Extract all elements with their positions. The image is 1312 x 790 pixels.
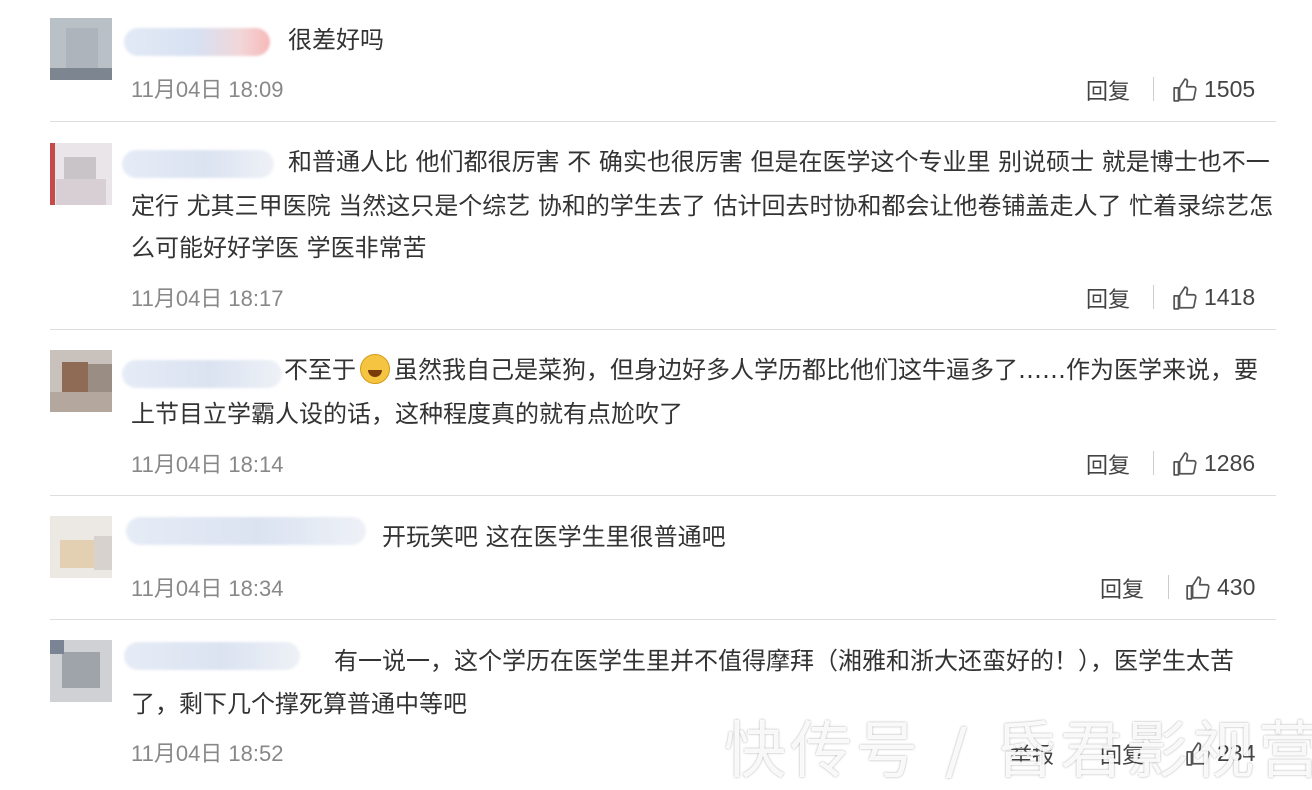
comment-text: 开玩笑吧 这在医学生里很普通吧: [382, 523, 726, 551]
comment-time: 11月04日 18:52: [131, 741, 284, 766]
divider: [50, 495, 1276, 496]
comment-time: 11月04日 18:09: [131, 77, 284, 102]
divider: [50, 121, 1276, 122]
avatar[interactable]: [50, 350, 112, 412]
reply-button[interactable]: 回复: [1086, 74, 1130, 106]
like-button[interactable]: 430: [1185, 574, 1255, 601]
watermark: 快传号 / 昏君影视营: [724, 714, 1312, 787]
comment-text-part: 不至于: [284, 356, 356, 384]
username[interactable]: [122, 150, 274, 178]
username[interactable]: [124, 28, 270, 56]
comment-time: 11月04日 18:17: [131, 286, 284, 311]
username[interactable]: [126, 517, 366, 545]
comment-text: 有一说一，这个学历在医学生里并不值得摩拜（湘雅和浙大还蛮好的！），医学生太苦: [334, 647, 1234, 675]
like-count: 1286: [1204, 450, 1256, 476]
reply-button[interactable]: 回复: [1100, 572, 1144, 604]
username[interactable]: [122, 360, 282, 388]
comment-text: 了，剩下几个撑死算普通中等吧: [131, 690, 467, 718]
separator: [1153, 451, 1154, 475]
comment-text: 么可能好好学医 学医非常苦: [131, 234, 427, 262]
like-button[interactable]: 1505: [1172, 76, 1255, 103]
avatar[interactable]: [50, 640, 112, 702]
thumbs-up-icon: [1186, 575, 1210, 600]
avatar[interactable]: [50, 143, 112, 205]
like-count: 430: [1217, 574, 1256, 600]
reply-button[interactable]: 回复: [1086, 282, 1130, 314]
divider: [50, 329, 1276, 330]
divider: [50, 619, 1276, 620]
like-button[interactable]: 1418: [1172, 284, 1255, 311]
comment-text: 定行 尤其三甲医院 当然这只是个综艺 协和的学生去了 估计回去时协和都会让他卷铺…: [131, 192, 1274, 220]
comment-text: 很差好吗: [288, 26, 384, 54]
like-button[interactable]: 1286: [1172, 450, 1255, 477]
username[interactable]: [124, 642, 300, 670]
like-count: 1505: [1204, 76, 1256, 102]
comment-text-part: 虽然我自己是菜狗，但身边好多人学历都比他们这牛逼多了……作为医学来说，要: [394, 356, 1258, 384]
thumbs-up-icon: [1173, 285, 1197, 310]
laughing-crying-emoji-icon: [360, 354, 390, 384]
avatar[interactable]: [50, 18, 112, 80]
thumbs-up-icon: [1173, 451, 1197, 476]
separator: [1168, 575, 1169, 599]
comment-time: 11月04日 18:14: [131, 452, 284, 477]
separator: [1153, 285, 1154, 309]
like-count: 1418: [1204, 284, 1256, 310]
comment-text: 不至于 虽然我自己是菜狗，但身边好多人学历都比他们这牛逼多了……作为医学来说，要: [284, 349, 1258, 391]
avatar[interactable]: [50, 516, 112, 578]
thumbs-up-icon: [1173, 77, 1197, 102]
comment-time: 11月04日 18:34: [131, 576, 284, 601]
comment-text: 上节目立学霸人设的话，这种程度真的就有点尬吹了: [131, 400, 683, 428]
separator: [1153, 77, 1154, 101]
reply-button[interactable]: 回复: [1086, 448, 1130, 480]
comment-text: 和普通人比 他们都很厉害 不 确实也很厉害 但是在医学这个专业里 别说硕士 就是…: [288, 148, 1270, 176]
